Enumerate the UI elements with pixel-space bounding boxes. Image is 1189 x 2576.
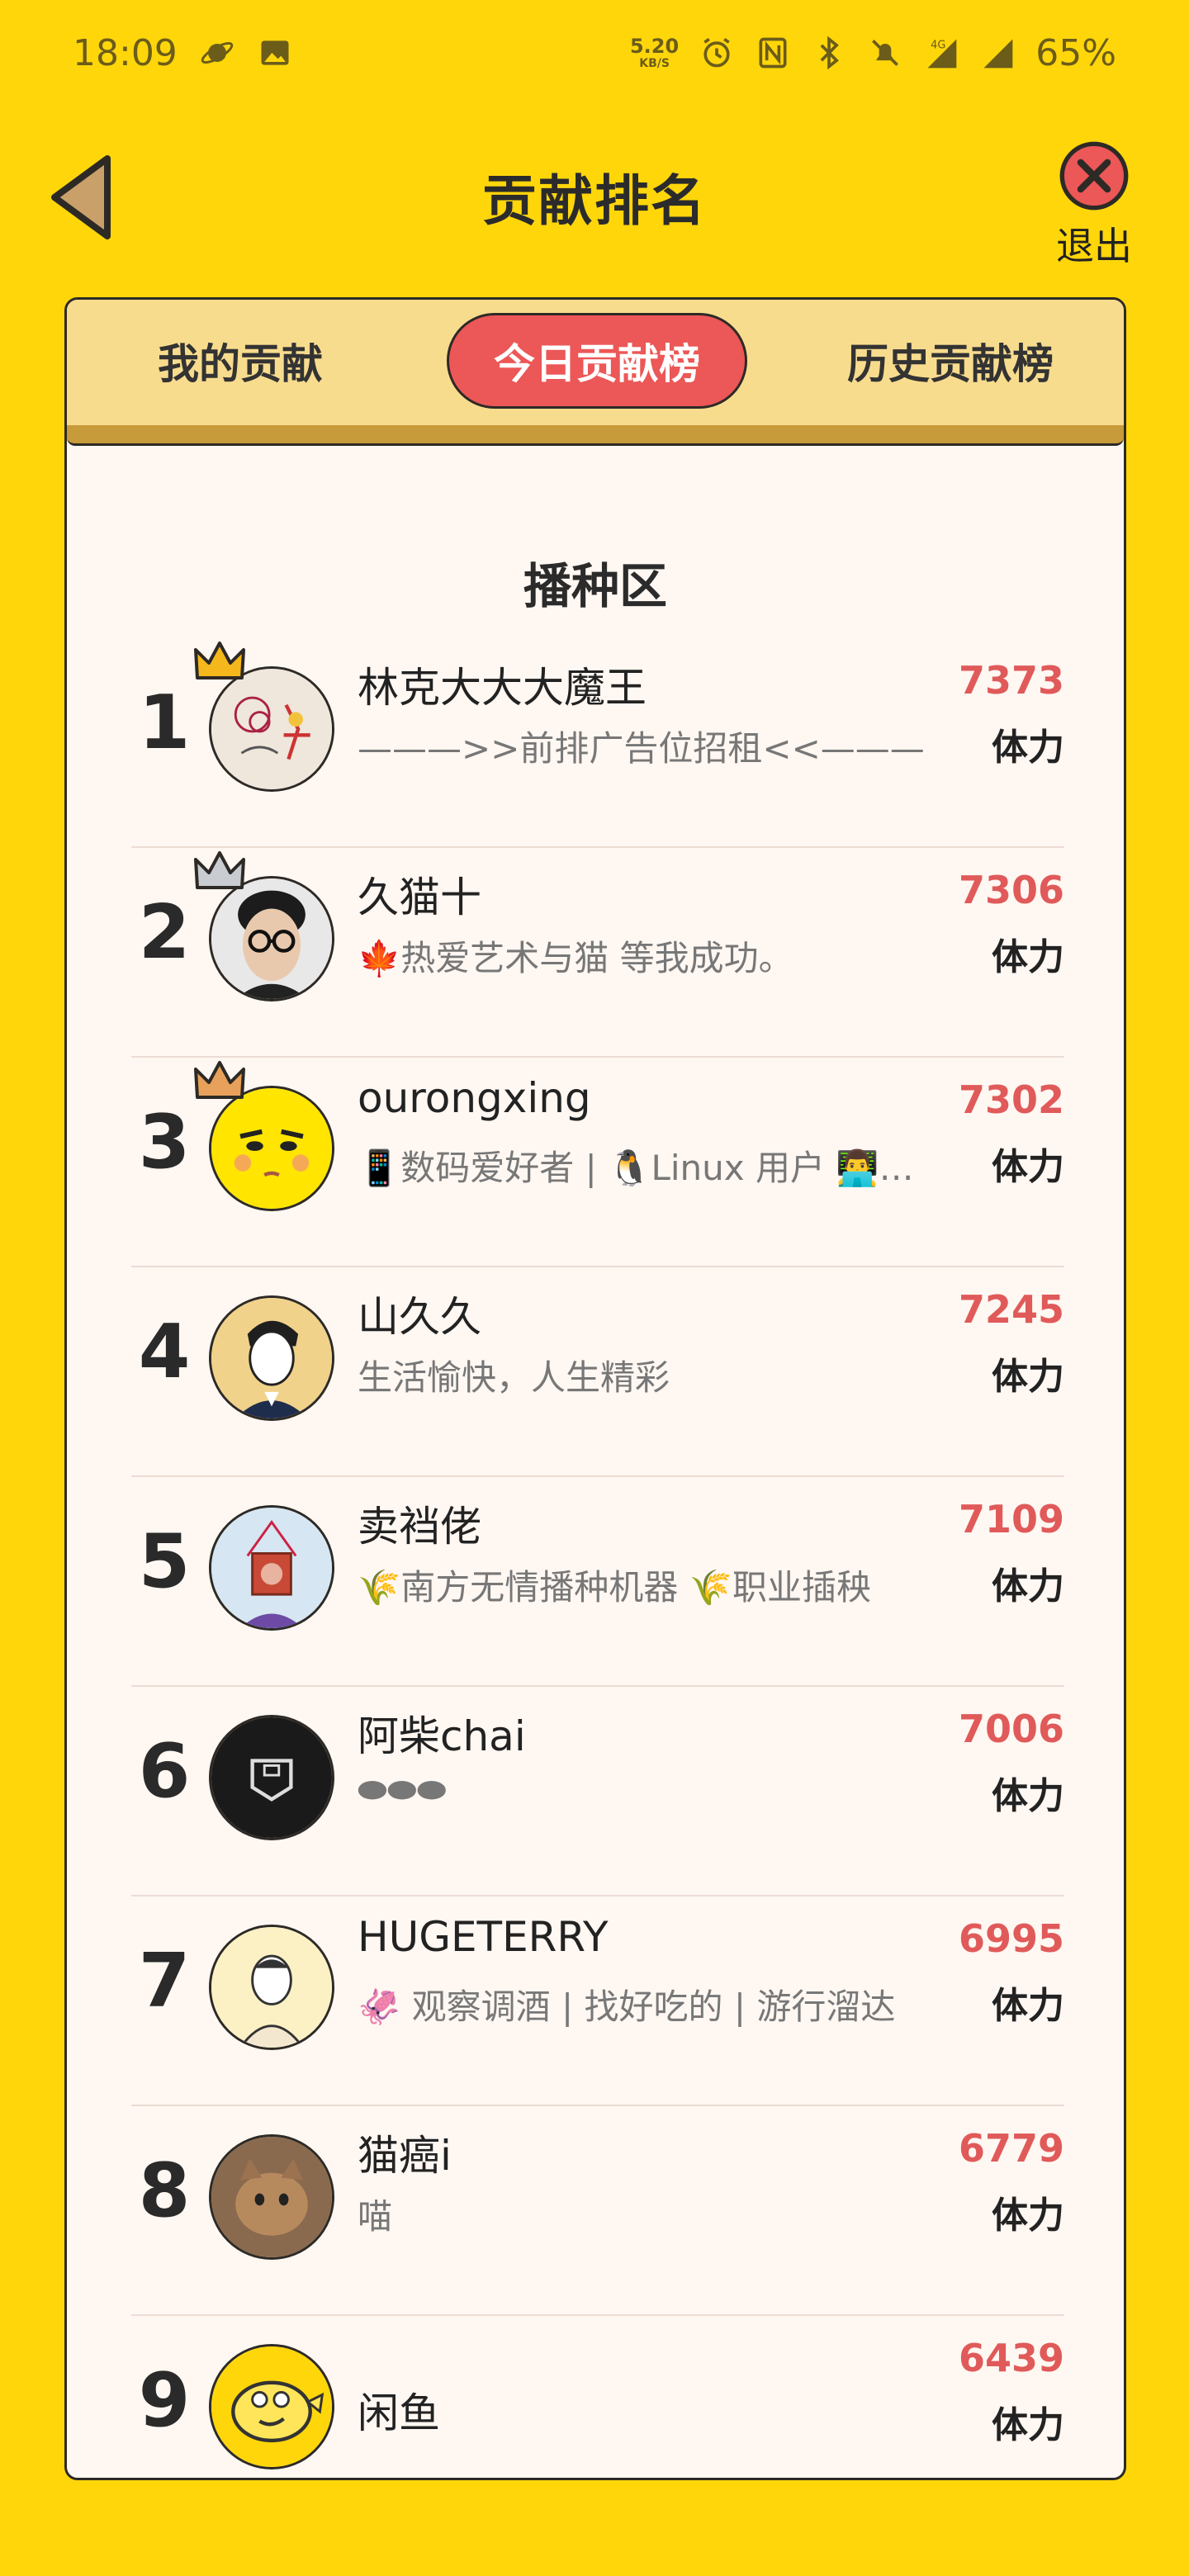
avatar[interactable]: [209, 1505, 334, 1631]
user-bio: 📱数码爱好者 | 🐧Linux 用户 👨‍💻程序员: [358, 1148, 944, 1188]
svg-text:4G: 4G: [931, 40, 945, 52]
score-unit: 体力: [992, 936, 1064, 978]
user-name: 阿柴chai: [358, 1712, 526, 1760]
signal-4g-icon: 4G: [923, 35, 959, 71]
avatar[interactable]: [209, 876, 334, 1002]
score: 7006: [958, 1707, 1064, 1751]
user-bio: 🦑 观察调酒 | 找好吃的 | 游行溜达: [358, 1986, 896, 2027]
status-bar: 18:09 5.20 KB/S 4G 65%: [0, 0, 1189, 106]
user-bio: 生活愉快，人生精彩: [358, 1357, 670, 1398]
avatar[interactable]: [209, 1715, 334, 1840]
score: 7245: [958, 1287, 1064, 1332]
ranking-row[interactable]: 8 猫癌i 喵 6779 体力: [131, 2106, 1064, 2316]
image-icon: [257, 35, 293, 71]
bluetooth-icon: [811, 35, 847, 71]
close-icon: [1059, 141, 1129, 211]
ranking-row[interactable]: 9 闲鱼 6439 体力: [131, 2316, 1064, 2478]
signal-icon: [979, 35, 1016, 71]
battery-level: 65%: [1035, 31, 1116, 74]
score-unit: 体力: [992, 1985, 1064, 2027]
user-bio: 🍁热爱艺术与猫 等我成功。: [358, 938, 793, 978]
rank-number: 1: [138, 680, 191, 766]
rank-number: 5: [138, 1518, 191, 1605]
score-unit: 体力: [992, 2404, 1064, 2446]
user-name: 林克大大大魔王: [358, 664, 647, 712]
score: 7302: [958, 1077, 1064, 1122]
mute-icon: [867, 35, 903, 71]
user-bio: 🌾南方无情播种机器 🌾职业插秧: [358, 1567, 871, 1608]
avatar[interactable]: [209, 666, 334, 792]
ranking-list: 1 林克大大大魔王 ———>>前排广告位招租<<——— 7373 体力 2 久猫…: [131, 638, 1064, 2478]
score: 6439: [958, 2336, 1064, 2380]
ranking-row[interactable]: 7 HUGETERRY 🦑 观察调酒 | 找好吃的 | 游行溜达 6995 体力: [131, 1896, 1064, 2106]
status-time: 18:09: [73, 31, 178, 74]
score-unit: 体力: [992, 1146, 1064, 1188]
score-unit: 体力: [992, 727, 1064, 769]
tabs-bar: 我的贡献 今日贡献榜 历史贡献榜: [67, 300, 1124, 446]
score-unit: 体力: [992, 2195, 1064, 2237]
bronze-crown-icon: [192, 1058, 247, 1104]
user-name: 闲鱼: [358, 2389, 440, 2437]
ranking-row[interactable]: 2 久猫十 🍁热爱艺术与猫 等我成功。 7306 体力: [131, 848, 1064, 1058]
nfc-icon: [755, 35, 791, 71]
user-name: 猫癌i: [358, 2132, 452, 2180]
rank-number: 7: [138, 1938, 191, 2024]
exit-label: 退出: [1056, 224, 1132, 268]
tab-today-ranking[interactable]: 今日贡献榜: [447, 313, 747, 409]
rank-number: 4: [138, 1309, 191, 1395]
rank-number: 6: [138, 1728, 191, 1815]
net-speed-value: 5.20: [629, 35, 680, 58]
score: 6995: [958, 1916, 1064, 1961]
tab-history-ranking[interactable]: 历史贡献榜: [810, 313, 1091, 409]
avatar[interactable]: [209, 2134, 334, 2260]
section-title: 播种区: [523, 558, 667, 614]
gold-crown-icon: [192, 638, 247, 684]
rank-number: 2: [138, 889, 191, 976]
user-name: 久猫十: [358, 874, 481, 921]
user-bio: 喵: [358, 2196, 393, 2237]
tab-my-contribution[interactable]: 我的贡献: [116, 313, 364, 409]
avatar[interactable]: [209, 1925, 334, 2050]
user-name: 山久久: [358, 1293, 481, 1341]
rank-number: 9: [138, 2357, 191, 2444]
rank-number: 3: [138, 1099, 191, 1186]
planet-icon: [199, 35, 235, 71]
ranking-row[interactable]: 6 阿柴chai ⬬⬬⬬ 7006 体力: [131, 1687, 1064, 1896]
alarm-icon: [699, 35, 735, 71]
exit-button[interactable]: 退出: [1049, 139, 1139, 271]
avatar[interactable]: [209, 1086, 334, 1211]
ranking-row[interactable]: 4 山久久 生活愉快，人生精彩 7245 体力: [131, 1267, 1064, 1477]
score-unit: 体力: [992, 1775, 1064, 1817]
net-speed: 5.20 KB/S: [630, 36, 679, 69]
avatar[interactable]: [209, 2344, 334, 2469]
score: 6779: [958, 2126, 1064, 2171]
rank-number: 8: [138, 2147, 191, 2234]
score: 7109: [958, 1497, 1064, 1541]
user-bio: ⬬⬬⬬: [358, 1769, 447, 1810]
user-bio: ———>>前排广告位招租<<———: [358, 728, 925, 769]
page-title: 贡献排名: [482, 169, 707, 233]
score: 7373: [958, 658, 1064, 703]
ranking-row[interactable]: 3 ourongxing 📱数码爱好者 | 🐧Linux 用户 👨‍💻程序员 7…: [131, 1058, 1064, 1267]
silver-crown-icon: [192, 848, 247, 894]
user-name: 卖裆佬: [358, 1503, 481, 1551]
avatar[interactable]: [209, 1295, 334, 1421]
ranking-row[interactable]: 5 卖裆佬 🌾南方无情播种机器 🌾职业插秧 7109 体力: [131, 1477, 1064, 1687]
score-unit: 体力: [992, 1565, 1064, 1608]
user-name: HUGETERRY: [358, 1913, 609, 1961]
user-name: ourongxing: [358, 1074, 591, 1122]
net-speed-unit: KB/S: [639, 57, 670, 70]
score: 7306: [958, 868, 1064, 912]
score-unit: 体力: [992, 1356, 1064, 1398]
ranking-card: 我的贡献 今日贡献榜 历史贡献榜 播种区 1 林克大大大魔王 ———>>前排广告…: [64, 297, 1126, 2480]
ranking-row[interactable]: 1 林克大大大魔王 ———>>前排广告位招租<<——— 7373 体力: [131, 638, 1064, 848]
